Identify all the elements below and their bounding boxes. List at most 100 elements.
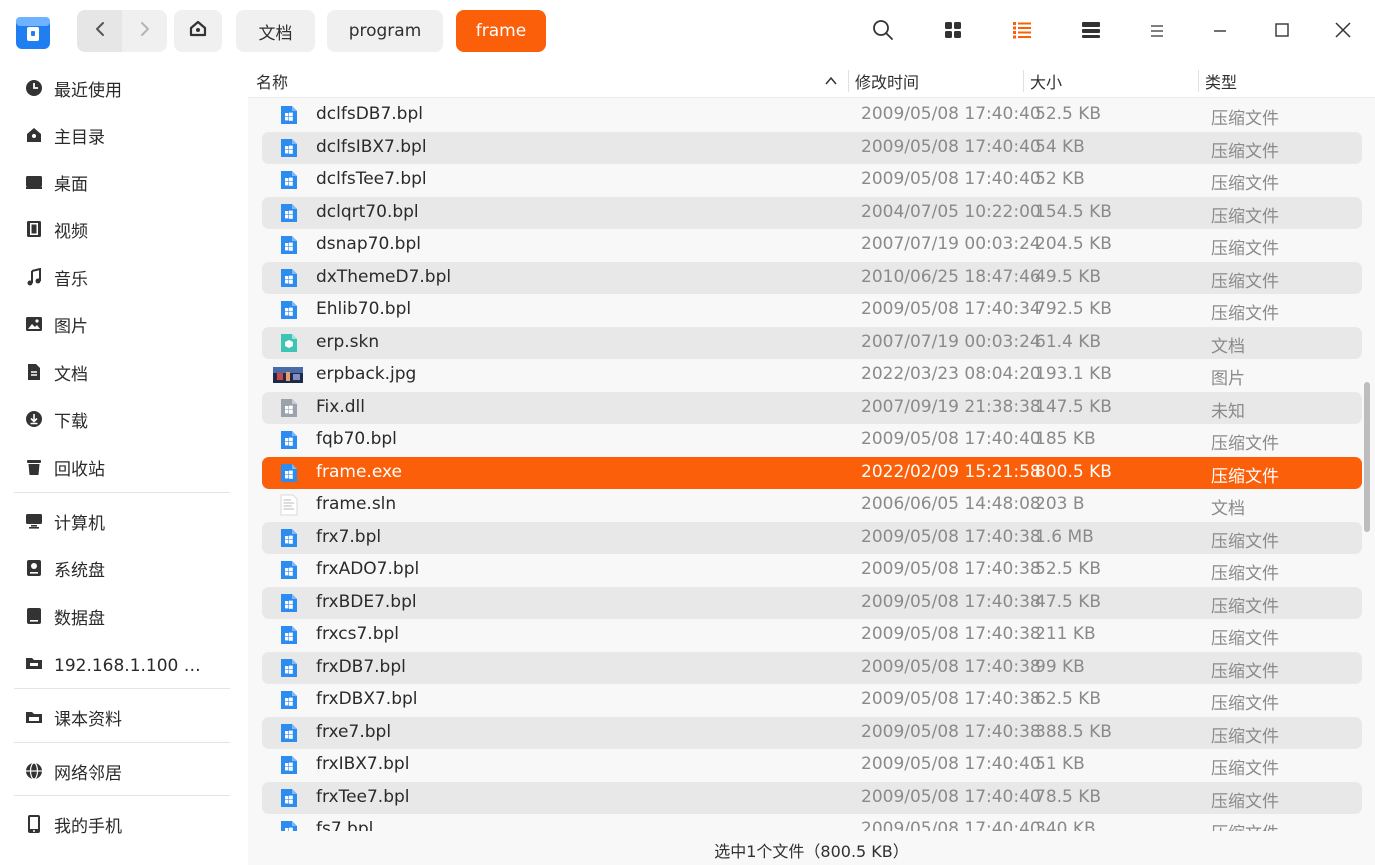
back-button[interactable] — [77, 10, 122, 52]
sidebar-item-system-disk[interactable]: 系统盘 — [14, 548, 236, 588]
executable-file-icon — [278, 689, 300, 711]
executable-file-icon — [278, 202, 300, 224]
file-modified-time: 2009/05/08 17:40:40 — [861, 429, 1041, 449]
sidebar-item-documents[interactable]: 文档 — [14, 352, 236, 392]
vertical-scrollbar[interactable] — [1364, 382, 1370, 532]
sidebar-item-music[interactable]: 音乐 — [14, 257, 236, 297]
sidebar-item-textbook-materials[interactable]: 课本资料 — [14, 697, 236, 737]
main-menu-button[interactable] — [1137, 12, 1177, 52]
column-divider[interactable] — [1198, 70, 1199, 92]
file-size: 340 KB — [1035, 819, 1096, 831]
executable-file-icon — [278, 787, 300, 809]
sidebar-item-label: 桌面 — [54, 174, 88, 195]
column-header-modified[interactable]: 修改时间 — [855, 64, 1023, 98]
sidebar-item-computer[interactable]: 计算机 — [14, 501, 236, 541]
table-row[interactable]: Ehlib70.bpl 2009/05/08 17:40:34 792.5 KB 压缩… — [262, 294, 1362, 326]
chevron-left-icon — [93, 21, 107, 42]
table-row[interactable]: frxDB7.bpl 2009/05/08 17:40:38 99 KB 压缩文件 — [262, 651, 1362, 684]
close-button[interactable] — [1323, 12, 1363, 52]
image-icon — [14, 316, 54, 332]
column-divider[interactable] — [1023, 70, 1024, 92]
table-row[interactable]: dclfsIBX7.bpl 2009/05/08 17:40:40 54 KB 压缩文… — [262, 131, 1362, 164]
sidebar-item-pictures[interactable]: 图片 — [14, 304, 236, 344]
column-header-name[interactable]: 名称 — [256, 64, 846, 98]
video-icon — [14, 220, 54, 238]
executable-file-icon — [278, 234, 300, 256]
file-name: frxDB7.bpl — [316, 656, 406, 677]
sidebar-item-downloads[interactable]: 下载 — [14, 399, 236, 439]
table-row[interactable]: frxIBX7.bpl 2009/05/08 17:40:40 51 KB 压缩文件 — [262, 749, 1362, 781]
breadcrumb-documents[interactable]: 文档 — [236, 10, 315, 52]
file-size: 52.5 KB — [1035, 104, 1102, 124]
file-modified-time: 2009/05/08 17:40:38 — [861, 656, 1041, 677]
table-row[interactable]: dclfsDB7.bpl 2009/05/08 17:40:40 52.5 KB 压缩… — [262, 99, 1362, 131]
sidebar-item-recent[interactable]: 最近使用 — [14, 68, 236, 108]
table-row[interactable]: erpback.jpg 2022/03/23 08:04:20 193.1 KB 图片 — [262, 359, 1362, 391]
home-button[interactable] — [174, 10, 222, 52]
table-row[interactable]: frame.exe 2022/02/09 15:21:58 800.5 KB 压缩文件 — [262, 456, 1362, 489]
file-name: frxe7.bpl — [316, 721, 392, 742]
search-icon — [872, 19, 894, 45]
chevron-up-icon — [823, 73, 839, 93]
table-row[interactable]: erp.skn 2007/07/19 00:03:24 61.4 KB 文档 — [262, 326, 1362, 359]
table-row[interactable]: dclqrt70.bpl 2004/07/05 10:22:00 154.5 KB 压… — [262, 196, 1362, 229]
table-row[interactable]: dxThemeD7.bpl 2010/06/25 18:47:46 49.5 KB 压… — [262, 261, 1362, 294]
breadcrumb-program[interactable]: program — [327, 10, 443, 52]
file-size: 1.6 MB — [1035, 526, 1094, 547]
file-name: dclfsTee7.bpl — [316, 169, 427, 189]
file-size: 388.5 KB — [1035, 721, 1112, 742]
sidebar-item-label: 下载 — [54, 411, 88, 432]
sidebar-item-data-disk[interactable]: 数据盘 — [14, 596, 236, 636]
file-modified-time: 2009/05/08 17:40:40 — [861, 169, 1041, 189]
sidebar-item-label: 回收站 — [54, 459, 105, 480]
breadcrumb-frame[interactable]: frame — [456, 10, 546, 52]
table-row[interactable]: frxDBX7.bpl 2009/05/08 17:40:38 62.5 KB 压缩文… — [262, 684, 1362, 716]
file-modified-time: 2009/05/08 17:40:38 — [861, 559, 1041, 579]
file-modified-time: 2006/06/05 14:48:08 — [861, 494, 1041, 514]
download-icon — [14, 410, 54, 428]
table-row[interactable]: fs7.bpl 2009/05/08 17:40:40340 KB 压缩文件 — [262, 814, 1362, 831]
menu-icon — [1149, 23, 1165, 42]
table-row[interactable]: frxBDE7.bpl 2009/05/08 17:40:38 47.5 KB 压缩文… — [262, 586, 1362, 619]
file-size: 62.5 KB — [1035, 689, 1102, 709]
minimize-button[interactable] — [1200, 12, 1240, 52]
sidebar-item-network-share[interactable]: 192.168.1.100 上… — [14, 643, 236, 683]
table-row[interactable]: dclfsTee7.bpl 2009/05/08 17:40:40 52 KB 压缩文… — [262, 164, 1362, 196]
file-name: dsnap70.bpl — [316, 234, 421, 254]
column-header-modified-label: 修改时间 — [855, 73, 920, 92]
sidebar-item-trash[interactable]: 回收站 — [14, 447, 236, 487]
sidebar-item-desktop[interactable]: 桌面 — [14, 162, 236, 202]
file-size: 193.1 KB — [1035, 364, 1112, 384]
file-type: 压缩文件 — [1211, 596, 1279, 617]
file-name: dclfsIBX7.bpl — [316, 136, 427, 157]
list-view-button[interactable] — [1002, 12, 1042, 52]
sidebar-item-my-phone[interactable]: 我的手机 — [14, 804, 236, 844]
table-row[interactable]: frxe7.bpl 2009/05/08 17:40:38 388.5 KB 压缩文件 — [262, 716, 1362, 749]
sidebar-item-videos[interactable]: 视频 — [14, 209, 236, 249]
search-button[interactable] — [863, 12, 903, 52]
table-row[interactable]: dsnap70.bpl 2007/07/19 00:03:24 204.5 KB 压缩… — [262, 229, 1362, 261]
sidebar-item-home[interactable]: 主目录 — [14, 115, 236, 155]
column-divider[interactable] — [848, 70, 849, 92]
file-size: 211 KB — [1035, 624, 1096, 644]
sidebar-item-network-neighborhood[interactable]: 网络邻居 — [14, 751, 236, 791]
table-row[interactable]: frx7.bpl 2009/05/08 17:40:38 1.6 MB 压缩文件 — [262, 521, 1362, 554]
file-name: erp.skn — [316, 331, 380, 352]
list-view-icon — [1012, 21, 1032, 43]
file-type: 压缩文件 — [1211, 629, 1279, 649]
table-row[interactable]: frxcs7.bpl 2009/05/08 17:40:38 211 KB 压缩文件 — [262, 619, 1362, 651]
forward-button[interactable] — [122, 10, 167, 52]
file-modified-time: 2009/05/08 17:40:40 — [861, 786, 1041, 807]
table-row[interactable]: frxADO7.bpl 2009/05/08 17:40:38 52.5 KB 压缩文… — [262, 554, 1362, 586]
column-header-type[interactable]: 类型 — [1205, 64, 1365, 98]
table-row[interactable]: frxTee7.bpl 2009/05/08 17:40:40 78.5 KB 压缩文… — [262, 781, 1362, 814]
table-row[interactable]: frame.sln 2006/06/05 14:48:08 203 B 文档 — [262, 489, 1362, 521]
maximize-button[interactable] — [1262, 12, 1302, 52]
split-view-button[interactable] — [1071, 12, 1111, 52]
file-type: 图片 — [1211, 369, 1245, 389]
maximize-icon — [1274, 22, 1290, 42]
icon-view-button[interactable] — [933, 12, 973, 52]
table-row[interactable]: Fix.dll 2007/09/19 21:38:38 147.5 KB 未知 — [262, 391, 1362, 424]
column-header-size[interactable]: 大小 — [1030, 64, 1198, 98]
table-row[interactable]: fqb70.bpl 2009/05/08 17:40:40 185 KB 压缩文件 — [262, 424, 1362, 456]
